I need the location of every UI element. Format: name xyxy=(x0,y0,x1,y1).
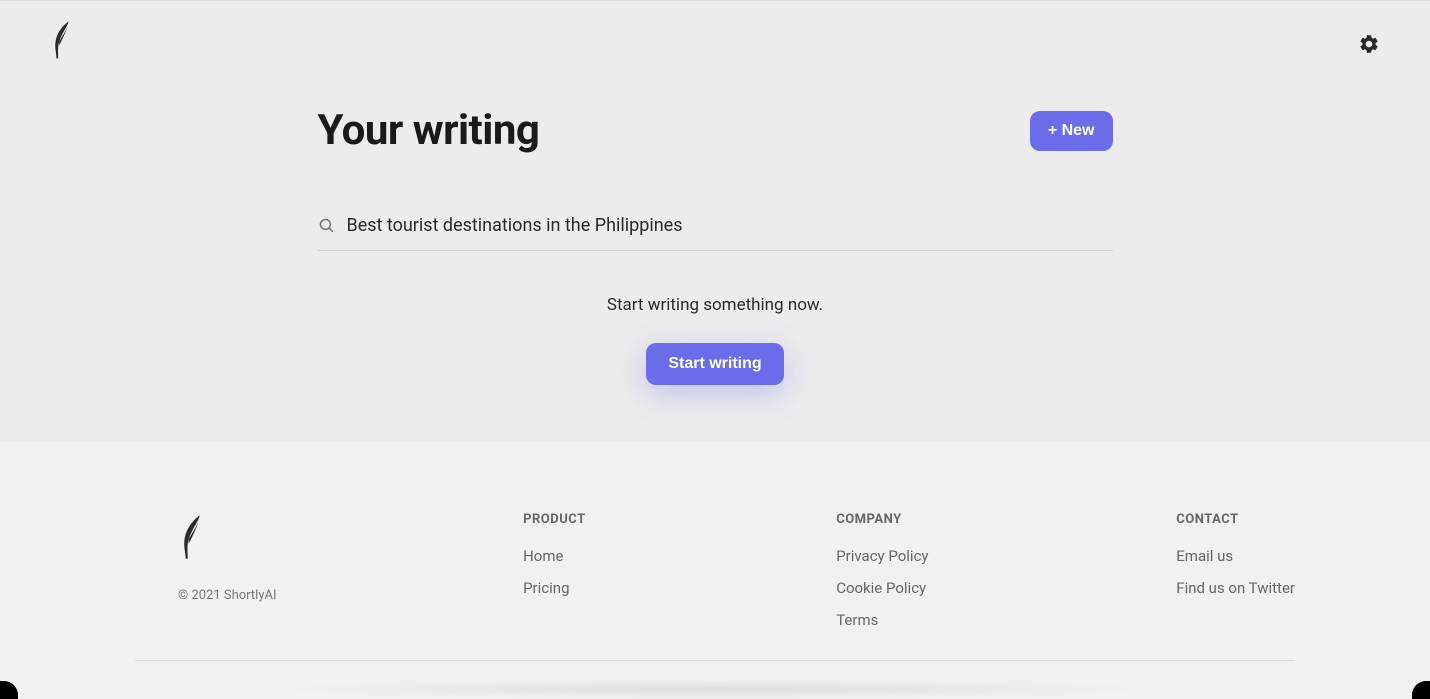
footer-link-terms[interactable]: Terms xyxy=(836,611,1161,629)
footer-link-pricing[interactable]: Pricing xyxy=(523,579,821,597)
footer-columns: © 2021 ShortlyAI PRODUCT Home Pricing CO… xyxy=(178,512,1295,629)
footer-link-email[interactable]: Email us xyxy=(1176,547,1295,565)
main-content: Your writing + New Start writing somethi… xyxy=(318,106,1113,385)
search-bar xyxy=(318,215,1113,251)
footer: © 2021 ShortlyAI PRODUCT Home Pricing CO… xyxy=(0,442,1430,699)
footer-divider xyxy=(135,660,1295,661)
new-writing-button[interactable]: + New xyxy=(1030,111,1113,151)
search-input[interactable] xyxy=(347,215,1113,236)
top-bar xyxy=(0,1,1430,61)
footer-link-home[interactable]: Home xyxy=(523,547,821,565)
footer-col-product: PRODUCT Home Pricing xyxy=(523,512,821,629)
footer-link-cookie[interactable]: Cookie Policy xyxy=(836,579,1161,597)
settings-gear-icon[interactable] xyxy=(1358,33,1380,55)
search-icon xyxy=(318,217,335,234)
footer-brand: © 2021 ShortlyAI xyxy=(178,512,508,629)
footer-col-contact: CONTACT Email us Find us on Twitter xyxy=(1176,512,1295,629)
page-header: Your writing + New xyxy=(318,106,1113,155)
page-title: Your writing xyxy=(318,106,540,155)
footer-heading-contact: CONTACT xyxy=(1176,512,1295,527)
start-writing-button[interactable]: Start writing xyxy=(646,343,783,385)
feather-logo-icon[interactable] xyxy=(178,512,204,562)
copyright-text: © 2021 ShortlyAI xyxy=(178,588,508,603)
feather-logo-icon[interactable] xyxy=(50,19,72,61)
footer-link-twitter[interactable]: Find us on Twitter xyxy=(1176,579,1295,597)
empty-state: Start writing something now. Start writi… xyxy=(318,295,1113,385)
footer-heading-company: COMPANY xyxy=(836,512,1161,527)
footer-link-privacy[interactable]: Privacy Policy xyxy=(836,547,1161,565)
footer-col-company: COMPANY Privacy Policy Cookie Policy Ter… xyxy=(836,512,1161,629)
footer-heading-product: PRODUCT xyxy=(523,512,821,527)
decorative-shadow xyxy=(265,679,1165,699)
empty-state-text: Start writing something now. xyxy=(318,295,1113,315)
